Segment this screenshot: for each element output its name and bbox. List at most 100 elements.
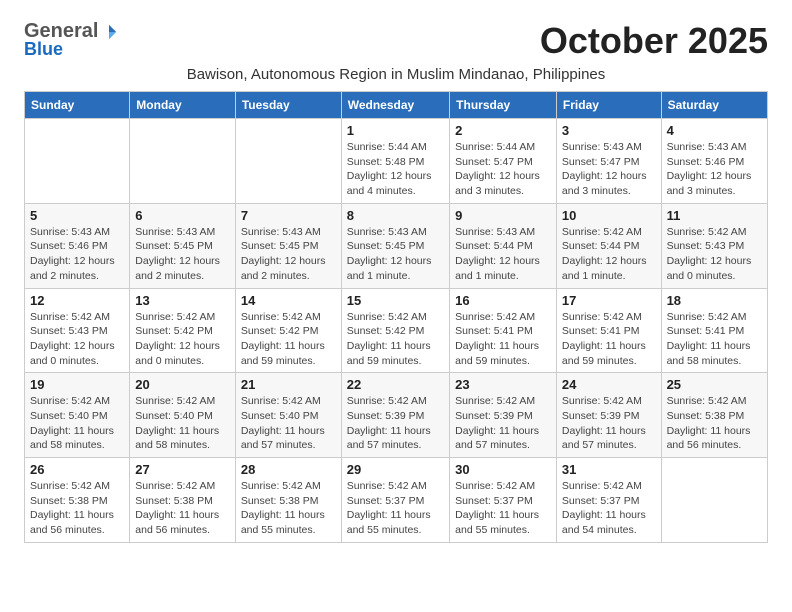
calendar-cell: 26 Sunrise: 5:42 AMSunset: 5:38 PMDayligh… [25,458,130,543]
calendar-cell: 28Sunrise: 5:42 AMSunset: 5:38 PMDayligh… [235,458,341,543]
day-info: Sunrise: 5:42 AMSunset: 5:39 PMDaylight:… [562,394,656,453]
day-info: Sunrise: 5:42 AMSunset: 5:43 PMDaylight:… [30,310,124,369]
day-info: Sunrise: 5:43 AMSunset: 5:45 PMDaylight:… [347,225,444,284]
day-number: 6 [135,208,230,223]
day-info: Sunrise: 5:42 AMSunset: 5:39 PMDaylight:… [455,394,551,453]
logo: General Blue [24,20,120,60]
day-info: Sunrise: 5:43 AMSunset: 5:45 PMDaylight:… [135,225,230,284]
day-number: 4 [667,123,762,138]
calendar-cell: 25 Sunrise: 5:42 AMSunset: 5:38 PMDayligh… [661,373,767,458]
calendar-cell: 8 Sunrise: 5:43 AMSunset: 5:45 PMDaylight… [341,203,449,288]
day-number: 7 [241,208,336,223]
calendar-header-friday: Friday [556,92,661,119]
day-number: 20 [135,377,230,392]
day-number: 17 [562,293,656,308]
calendar-cell: 3 Sunrise: 5:43 AMSunset: 5:47 PMDaylight… [556,119,661,204]
calendar-cell: 1 Sunrise: 5:44 AMSunset: 5:48 PMDaylight… [341,119,449,204]
day-number: 21 [241,377,336,392]
day-info: Sunrise: 5:42 AMSunset: 5:38 PMDaylight:… [30,479,124,538]
subtitle: Bawison, Autonomous Region in Muslim Min… [24,66,768,83]
calendar-cell: 9 Sunrise: 5:43 AMSunset: 5:44 PMDaylight… [450,203,557,288]
day-info: Sunrise: 5:42 AMSunset: 5:42 PMDaylight:… [347,310,444,369]
day-info: Sunrise: 5:42 AMSunset: 5:41 PMDaylight:… [667,310,762,369]
calendar-cell: 22 Sunrise: 5:42 AMSunset: 5:39 PMDayligh… [341,373,449,458]
day-number: 18 [667,293,762,308]
calendar-cell: 23 Sunrise: 5:42 AMSunset: 5:39 PMDayligh… [450,373,557,458]
day-info: Sunrise: 5:42 AMSunset: 5:40 PMDaylight:… [30,394,124,453]
calendar-cell: 10 Sunrise: 5:42 AMSunset: 5:44 PMDayligh… [556,203,661,288]
day-number: 3 [562,123,656,138]
day-number: 16 [455,293,551,308]
calendar-header-monday: Monday [130,92,236,119]
day-info: Sunrise: 5:42 AMSunset: 5:42 PMDaylight:… [241,310,336,369]
month-title: October 2025 [540,20,768,62]
calendar-week-1: 1 Sunrise: 5:44 AMSunset: 5:48 PMDaylight… [25,119,768,204]
calendar-header-sunday: Sunday [25,92,130,119]
day-number: 2 [455,123,551,138]
day-info: Sunrise: 5:43 AMSunset: 5:46 PMDaylight:… [30,225,124,284]
calendar-cell: 5 Sunrise: 5:43 AMSunset: 5:46 PMDaylight… [25,203,130,288]
calendar-cell: 16 Sunrise: 5:42 AMSunset: 5:41 PMDayligh… [450,288,557,373]
day-info: Sunrise: 5:43 AMSunset: 5:46 PMDaylight:… [667,140,762,199]
calendar-cell: 30Sunrise: 5:42 AMSunset: 5:37 PMDayligh… [450,458,557,543]
calendar-header-row: SundayMondayTuesdayWednesdayThursdayFrid… [25,92,768,119]
calendar-cell [661,458,767,543]
header: General Blue October 2025 [24,20,768,62]
day-info: Sunrise: 5:44 AMSunset: 5:48 PMDaylight:… [347,140,444,199]
calendar-cell [130,119,236,204]
calendar-cell: 18 Sunrise: 5:42 AMSunset: 5:41 PMDayligh… [661,288,767,373]
day-number: 8 [347,208,444,223]
calendar-table: SundayMondayTuesdayWednesdayThursdayFrid… [24,91,768,543]
calendar-week-5: 26 Sunrise: 5:42 AMSunset: 5:38 PMDayligh… [25,458,768,543]
day-info: Sunrise: 5:42 AMSunset: 5:39 PMDaylight:… [347,394,444,453]
calendar-cell [235,119,341,204]
day-number: 1 [347,123,444,138]
calendar-week-3: 12 Sunrise: 5:42 AMSunset: 5:43 PMDayligh… [25,288,768,373]
day-number: 10 [562,208,656,223]
day-number: 29 [347,462,444,477]
day-number: 28 [241,462,336,477]
calendar-cell: 15Sunrise: 5:42 AMSunset: 5:42 PMDayligh… [341,288,449,373]
day-info: Sunrise: 5:42 AMSunset: 5:37 PMDaylight:… [562,479,656,538]
day-number: 5 [30,208,124,223]
day-info: Sunrise: 5:42 AMSunset: 5:40 PMDaylight:… [135,394,230,453]
day-info: Sunrise: 5:42 AMSunset: 5:41 PMDaylight:… [455,310,551,369]
day-info: Sunrise: 5:42 AMSunset: 5:41 PMDaylight:… [562,310,656,369]
day-info: Sunrise: 5:43 AMSunset: 5:45 PMDaylight:… [241,225,336,284]
day-number: 12 [30,293,124,308]
day-info: Sunrise: 5:42 AMSunset: 5:44 PMDaylight:… [562,225,656,284]
calendar-cell: 24Sunrise: 5:42 AMSunset: 5:39 PMDayligh… [556,373,661,458]
day-info: Sunrise: 5:42 AMSunset: 5:38 PMDaylight:… [135,479,230,538]
day-number: 22 [347,377,444,392]
calendar-cell: 13Sunrise: 5:42 AMSunset: 5:42 PMDayligh… [130,288,236,373]
calendar-header-thursday: Thursday [450,92,557,119]
day-info: Sunrise: 5:42 AMSunset: 5:43 PMDaylight:… [667,225,762,284]
logo-flag-icon [100,23,118,41]
calendar-header-saturday: Saturday [661,92,767,119]
day-info: Sunrise: 5:43 AMSunset: 5:44 PMDaylight:… [455,225,551,284]
calendar-cell: 7 Sunrise: 5:43 AMSunset: 5:45 PMDaylight… [235,203,341,288]
day-number: 23 [455,377,551,392]
day-number: 9 [455,208,551,223]
calendar-header-wednesday: Wednesday [341,92,449,119]
day-number: 13 [135,293,230,308]
day-info: Sunrise: 5:42 AMSunset: 5:37 PMDaylight:… [347,479,444,538]
day-number: 11 [667,208,762,223]
calendar-cell: 12 Sunrise: 5:42 AMSunset: 5:43 PMDayligh… [25,288,130,373]
day-number: 14 [241,293,336,308]
calendar-cell: 21 Sunrise: 5:42 AMSunset: 5:40 PMDayligh… [235,373,341,458]
calendar-header-tuesday: Tuesday [235,92,341,119]
day-info: Sunrise: 5:42 AMSunset: 5:38 PMDaylight:… [667,394,762,453]
day-info: Sunrise: 5:43 AMSunset: 5:47 PMDaylight:… [562,140,656,199]
day-number: 26 [30,462,124,477]
day-number: 25 [667,377,762,392]
calendar-week-4: 19Sunrise: 5:42 AMSunset: 5:40 PMDayligh… [25,373,768,458]
calendar-cell: 19Sunrise: 5:42 AMSunset: 5:40 PMDayligh… [25,373,130,458]
day-info: Sunrise: 5:42 AMSunset: 5:37 PMDaylight:… [455,479,551,538]
calendar-cell: 31Sunrise: 5:42 AMSunset: 5:37 PMDayligh… [556,458,661,543]
calendar-cell: 17 Sunrise: 5:42 AMSunset: 5:41 PMDayligh… [556,288,661,373]
calendar-cell: 27Sunrise: 5:42 AMSunset: 5:38 PMDayligh… [130,458,236,543]
calendar-cell: 2Sunrise: 5:44 AMSunset: 5:47 PMDaylight… [450,119,557,204]
day-info: Sunrise: 5:42 AMSunset: 5:40 PMDaylight:… [241,394,336,453]
calendar-cell: 20 Sunrise: 5:42 AMSunset: 5:40 PMDayligh… [130,373,236,458]
